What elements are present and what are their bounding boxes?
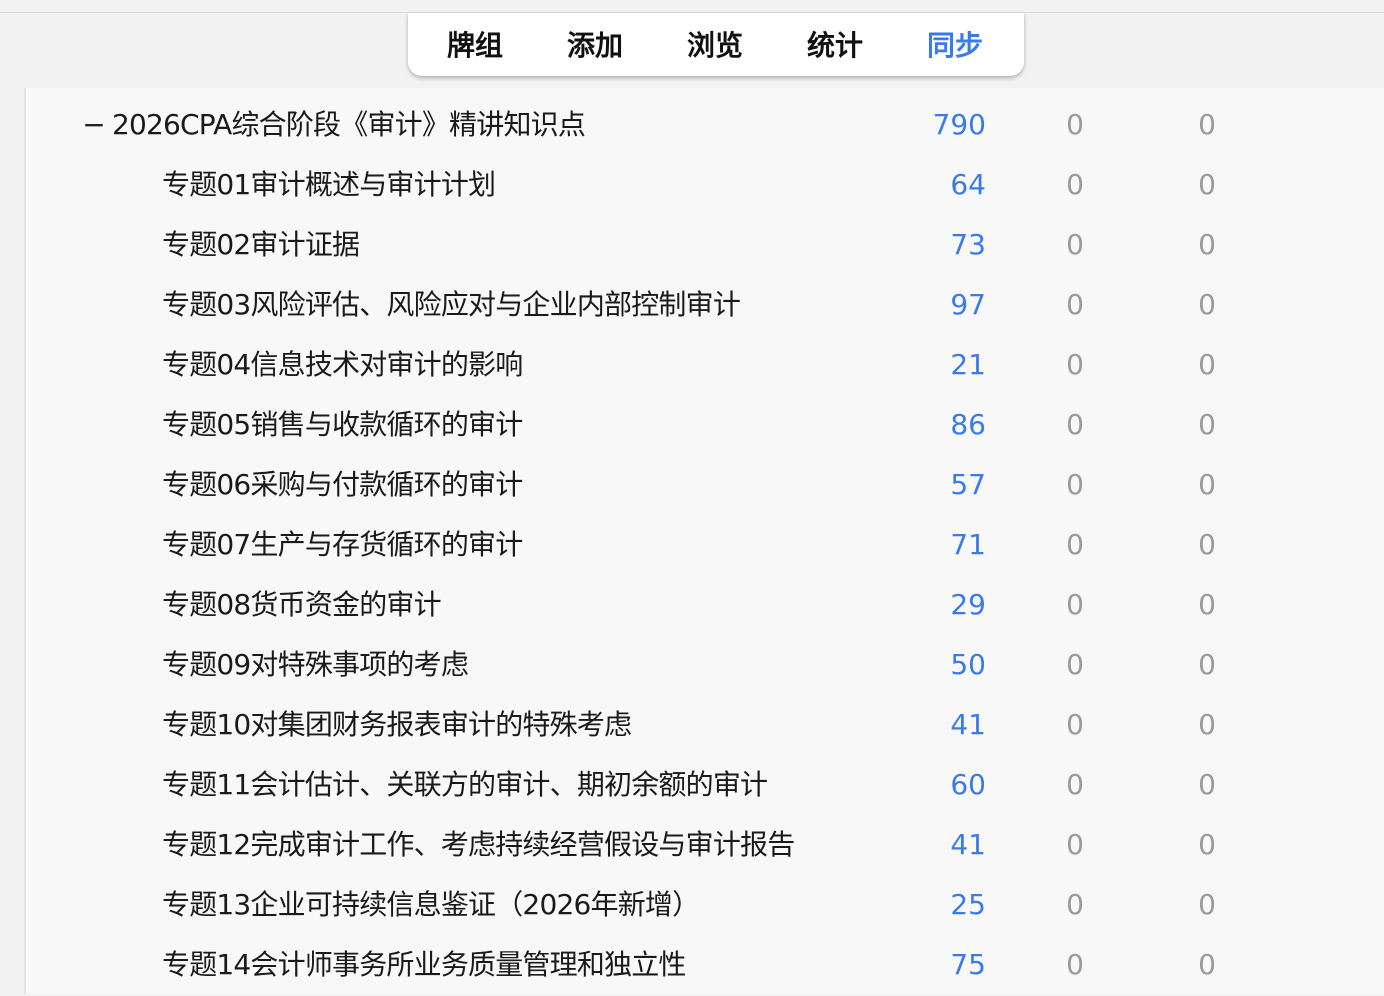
subdeck-row[interactable]: 专题09对特殊事项的考虑 50 0 0 — [26, 636, 1384, 696]
due-count: 0 — [1198, 648, 1216, 681]
subdeck-name[interactable]: 专题06采购与付款循环的审计 — [162, 467, 523, 503]
subdeck-name[interactable]: 专题02审计证据 — [162, 227, 360, 263]
new-count: 21 — [950, 348, 986, 381]
subdeck-row[interactable]: 专题05销售与收款循环的审计 86 0 0 — [26, 396, 1384, 456]
subdeck-row[interactable]: 专题06采购与付款循环的审计 57 0 0 — [26, 456, 1384, 516]
subdeck-name[interactable]: 专题07生产与存货循环的审计 — [162, 527, 523, 563]
due-count: 0 — [1198, 228, 1216, 261]
subdeck-name[interactable]: 专题10对集团财务报表审计的特殊考虑 — [162, 707, 632, 743]
subdeck-row[interactable]: 专题01审计概述与审计计划 64 0 0 — [26, 156, 1384, 216]
tab-add[interactable]: 添加 — [545, 27, 645, 65]
learn-count: 0 — [1066, 288, 1084, 321]
due-count: 0 — [1198, 888, 1216, 921]
deck-list: − 2026CPA综合阶段《审计》精讲知识点 790 0 0 专题01审计概述与… — [24, 88, 1384, 994]
new-count: 57 — [950, 468, 986, 501]
new-count: 60 — [950, 768, 986, 801]
due-count: 0 — [1198, 528, 1216, 561]
subdeck-name[interactable]: 专题09对特殊事项的考虑 — [162, 647, 469, 683]
deck-name[interactable]: 2026CPA综合阶段《审计》精讲知识点 — [112, 107, 586, 143]
due-count: 0 — [1198, 708, 1216, 741]
new-count: 73 — [950, 228, 986, 261]
tab-decks[interactable]: 牌组 — [425, 27, 525, 65]
due-count: 0 — [1198, 468, 1216, 501]
deck-row-parent[interactable]: − 2026CPA综合阶段《审计》精讲知识点 790 0 0 — [26, 96, 1384, 156]
due-count: 0 — [1198, 828, 1216, 861]
main-toolbar: 牌组 添加 浏览 统计 同步 — [408, 13, 1024, 76]
due-count: 0 — [1198, 588, 1216, 621]
subdeck-name[interactable]: 专题03风险评估、风险应对与企业内部控制审计 — [162, 287, 741, 323]
due-count: 0 — [1198, 168, 1216, 201]
learn-count: 0 — [1066, 588, 1084, 621]
learn-count: 0 — [1066, 108, 1084, 141]
learn-count: 0 — [1066, 828, 1084, 861]
subdeck-name[interactable]: 专题05销售与收款循环的审计 — [162, 407, 523, 443]
subdeck-row[interactable]: 专题11会计估计、关联方的审计、期初余额的审计 60 0 0 — [26, 756, 1384, 816]
new-count: 50 — [950, 648, 986, 681]
subdeck-row[interactable]: 专题13企业可持续信息鉴证（2026年新增） 25 0 0 — [26, 876, 1384, 936]
due-count: 0 — [1198, 288, 1216, 321]
learn-count: 0 — [1066, 168, 1084, 201]
due-count: 0 — [1198, 108, 1216, 141]
new-count: 75 — [950, 948, 986, 981]
new-count: 86 — [950, 408, 986, 441]
new-count: 71 — [950, 528, 986, 561]
due-count: 0 — [1198, 768, 1216, 801]
tab-browse[interactable]: 浏览 — [665, 27, 765, 65]
subdeck-name[interactable]: 专题13企业可持续信息鉴证（2026年新增） — [162, 887, 700, 923]
new-count: 29 — [950, 588, 986, 621]
subdeck-row[interactable]: 专题08货币资金的审计 29 0 0 — [26, 576, 1384, 636]
subdeck-name[interactable]: 专题01审计概述与审计计划 — [162, 167, 496, 203]
subdeck-row[interactable]: 专题10对集团财务报表审计的特殊考虑 41 0 0 — [26, 696, 1384, 756]
collapse-toggle[interactable]: − — [82, 107, 106, 143]
learn-count: 0 — [1066, 228, 1084, 261]
subdeck-row[interactable]: 专题14会计师事务所业务质量管理和独立性 75 0 0 — [26, 936, 1384, 996]
new-count: 41 — [950, 828, 986, 861]
subdeck-row[interactable]: 专题12完成审计工作、考虑持续经营假设与审计报告 41 0 0 — [26, 816, 1384, 876]
learn-count: 0 — [1066, 948, 1084, 981]
learn-count: 0 — [1066, 468, 1084, 501]
due-count: 0 — [1198, 948, 1216, 981]
learn-count: 0 — [1066, 888, 1084, 921]
subdeck-name[interactable]: 专题08货币资金的审计 — [162, 587, 442, 623]
subdeck-name[interactable]: 专题11会计估计、关联方的审计、期初余额的审计 — [162, 767, 768, 803]
learn-count: 0 — [1066, 768, 1084, 801]
subdeck-row[interactable]: 专题02审计证据 73 0 0 — [26, 216, 1384, 276]
learn-count: 0 — [1066, 648, 1084, 681]
subdeck-name[interactable]: 专题14会计师事务所业务质量管理和独立性 — [162, 947, 686, 983]
new-count: 97 — [950, 288, 986, 321]
learn-count: 0 — [1066, 348, 1084, 381]
subdeck-row[interactable]: 专题03风险评估、风险应对与企业内部控制审计 97 0 0 — [26, 276, 1384, 336]
learn-count: 0 — [1066, 408, 1084, 441]
new-count: 790 — [932, 108, 986, 141]
due-count: 0 — [1198, 408, 1216, 441]
new-count: 64 — [950, 168, 986, 201]
tab-sync[interactable]: 同步 — [905, 27, 1005, 65]
subdeck-name[interactable]: 专题12完成审计工作、考虑持续经营假设与审计报告 — [162, 827, 795, 863]
subdeck-row[interactable]: 专题07生产与存货循环的审计 71 0 0 — [26, 516, 1384, 576]
subdeck-row[interactable]: 专题04信息技术对审计的影响 21 0 0 — [26, 336, 1384, 396]
learn-count: 0 — [1066, 708, 1084, 741]
new-count: 41 — [950, 708, 986, 741]
new-count: 25 — [950, 888, 986, 921]
subdeck-name[interactable]: 专题04信息技术对审计的影响 — [162, 347, 523, 383]
learn-count: 0 — [1066, 528, 1084, 561]
tab-stats[interactable]: 统计 — [785, 27, 885, 65]
due-count: 0 — [1198, 348, 1216, 381]
